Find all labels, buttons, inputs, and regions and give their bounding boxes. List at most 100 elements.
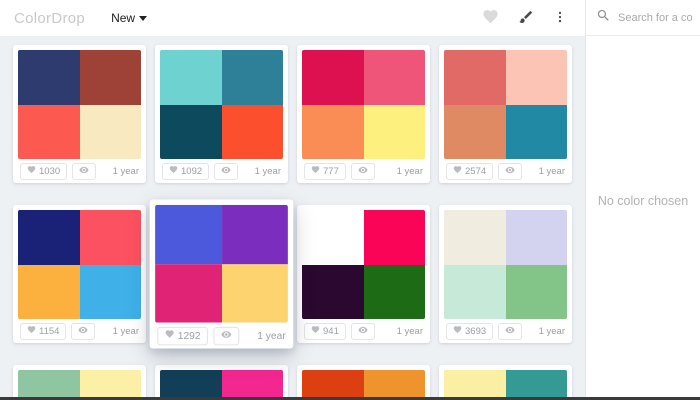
palette-card[interactable] [297, 365, 430, 400]
likes-button[interactable]: 2574 [446, 162, 494, 180]
palette-quadrant[interactable] [18, 104, 80, 159]
views-button[interactable] [72, 162, 97, 180]
palette-quadrant[interactable] [302, 264, 364, 319]
palette-quadrant[interactable] [221, 204, 288, 264]
heart-icon [311, 325, 320, 337]
likes-button[interactable]: 1292 [157, 326, 209, 345]
menu-button[interactable] [551, 7, 569, 30]
palette-quadrant[interactable] [444, 370, 506, 400]
palette-quadrant[interactable] [363, 370, 425, 400]
palette-swatches [18, 210, 141, 319]
palette-card[interactable]: 2574 1 year [439, 45, 572, 183]
heart-icon [453, 325, 462, 337]
views-button[interactable] [71, 322, 96, 340]
palette-quadrant[interactable] [505, 210, 567, 265]
palette-quadrant[interactable] [505, 370, 567, 400]
views-button[interactable] [498, 162, 523, 180]
palette-card[interactable] [13, 365, 146, 400]
palette-quadrant[interactable] [444, 264, 506, 319]
palette-quadrant[interactable] [505, 264, 567, 319]
palette-age: 1 year [396, 165, 423, 177]
eye-icon [79, 165, 89, 178]
palette-card[interactable] [439, 365, 572, 400]
main-column: ColorDrop New 1030 1 year 1092 1 year 77… [0, 0, 585, 400]
palette-quadrant[interactable] [302, 50, 364, 105]
palette-quadrant[interactable] [363, 104, 425, 159]
palette-quadrant[interactable] [79, 210, 141, 265]
palette-quadrant[interactable] [18, 50, 80, 105]
logo[interactable]: ColorDrop [14, 10, 85, 27]
palette-quadrant[interactable] [221, 104, 283, 159]
palette-age: 1 year [112, 325, 139, 337]
palette-swatches [302, 50, 425, 159]
palette-card[interactable]: 3693 1 year [439, 205, 572, 343]
palette-quadrant[interactable] [363, 210, 425, 265]
likes-button[interactable]: 1154 [20, 322, 67, 340]
likes-button[interactable]: 941 [304, 322, 346, 340]
search-bar [586, 0, 700, 36]
card-footer: 1030 1 year [18, 159, 141, 183]
brush-button[interactable] [516, 7, 536, 30]
heart-icon [27, 165, 36, 177]
palette-quadrant[interactable] [155, 263, 222, 323]
views-button[interactable] [350, 322, 375, 340]
palette-quadrant[interactable] [302, 210, 364, 265]
palette-swatches [302, 210, 425, 319]
header: ColorDrop New [0, 0, 585, 36]
palette-quadrant[interactable] [18, 264, 80, 319]
palette-quadrant[interactable] [79, 370, 141, 400]
sort-dropdown-new[interactable]: New [111, 11, 148, 25]
palette-quadrant[interactable] [444, 104, 506, 159]
palette-card[interactable]: 1154 1 year [13, 205, 146, 343]
palette-quadrant[interactable] [18, 370, 80, 400]
palette-quadrant[interactable] [444, 210, 506, 265]
palette-swatches [18, 50, 141, 159]
palette-card[interactable]: 1292 1 year [149, 199, 294, 349]
palette-quadrant[interactable] [505, 50, 567, 105]
palette-card[interactable]: 941 1 year [297, 205, 430, 343]
palette-quadrant[interactable] [18, 210, 80, 265]
views-button[interactable] [214, 162, 239, 180]
likes-button[interactable]: 1092 [162, 162, 210, 180]
palette-quadrant[interactable] [160, 104, 222, 159]
likes-count: 1092 [181, 165, 203, 177]
likes-button[interactable]: 3693 [446, 322, 494, 340]
palette-quadrant[interactable] [302, 370, 364, 400]
palette-quadrant[interactable] [79, 50, 141, 105]
heart-icon [165, 329, 175, 342]
favorites-button[interactable] [480, 6, 501, 30]
palette-card[interactable]: 1092 1 year [155, 45, 288, 183]
search-input[interactable] [618, 11, 692, 24]
palette-swatches [302, 370, 425, 400]
header-actions [480, 6, 569, 30]
palette-card[interactable]: 1030 1 year [13, 45, 146, 183]
palette-card[interactable]: 777 1 year [297, 45, 430, 183]
palette-swatches [444, 50, 567, 159]
palette-quadrant[interactable] [160, 370, 222, 400]
sort-dropdown-label: New [111, 11, 136, 25]
palette-age: 1 year [538, 325, 565, 337]
palette-swatches [18, 370, 141, 400]
palette-quadrant[interactable] [363, 264, 425, 319]
eye-icon [505, 325, 515, 338]
likes-count: 1154 [39, 325, 60, 337]
palette-quadrant[interactable] [160, 50, 222, 105]
palette-quadrant[interactable] [221, 263, 288, 323]
palette-quadrant[interactable] [79, 104, 141, 159]
views-button[interactable] [498, 322, 523, 340]
palette-quadrant[interactable] [444, 50, 506, 105]
views-button[interactable] [350, 162, 375, 180]
palette-quadrant[interactable] [221, 50, 283, 105]
likes-button[interactable]: 777 [304, 162, 346, 180]
eye-icon [358, 325, 368, 338]
palette-quadrant[interactable] [363, 50, 425, 105]
views-button[interactable] [213, 326, 240, 345]
likes-button[interactable]: 1030 [20, 162, 68, 180]
palette-quadrant[interactable] [79, 264, 141, 319]
eye-icon [505, 165, 515, 178]
palette-card[interactable] [155, 365, 288, 400]
palette-quadrant[interactable] [302, 104, 364, 159]
palette-quadrant[interactable] [505, 104, 567, 159]
palette-quadrant[interactable] [221, 370, 283, 400]
palette-quadrant[interactable] [155, 204, 222, 264]
